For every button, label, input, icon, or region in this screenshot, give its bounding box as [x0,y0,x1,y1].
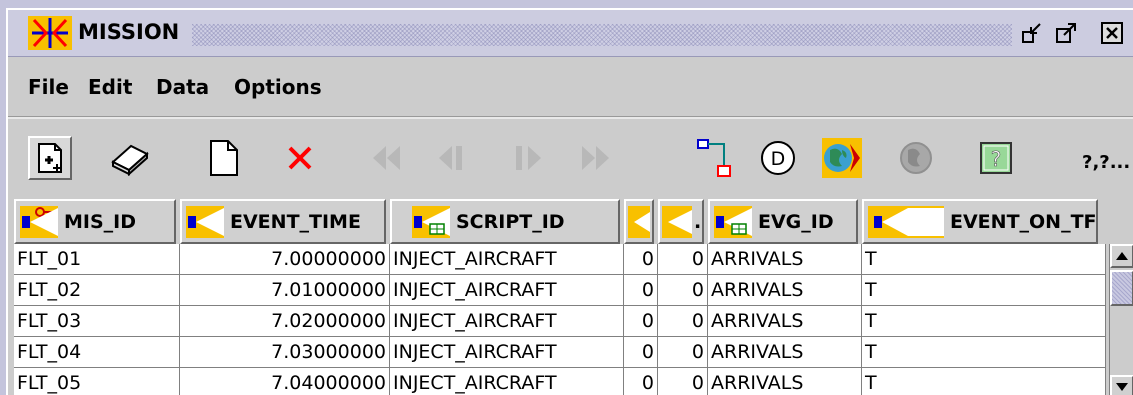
menu-data[interactable]: Data [156,75,209,99]
column-header-5[interactable]: . [658,199,704,244]
previous-record-icon[interactable] [432,136,476,180]
cell-event-time[interactable]: 7.02000000 [180,306,390,337]
new-record-icon[interactable] [28,136,72,180]
cell-script-id[interactable]: INJECT_AIRCRAFT [390,244,624,275]
cell-evg-id[interactable]: ARRIVALS [708,244,862,275]
column-header-event-on-tf[interactable]: EVENT_ON_TF [862,199,1098,244]
column-header-label: EVG_ID [758,210,834,233]
cell-col4[interactable]: 0 [624,337,658,368]
menu-divider [8,116,1133,119]
cell-col4[interactable]: 0 [624,306,658,337]
lookup-column-icon [412,205,450,238]
cell-evg-id[interactable]: ARRIVALS [708,275,862,306]
lookup-column-icon [714,205,752,238]
cell-mis-id[interactable]: FLT_03 [14,306,180,337]
menu-edit[interactable]: Edit [88,75,132,99]
cell-event-on-tf[interactable]: T [862,275,1106,306]
cell-col5[interactable]: 0 [658,337,708,368]
cell-script-id[interactable]: INJECT_AIRCRAFT [390,275,624,306]
toolbar: D ? ?,?... [8,128,1133,194]
column-header-label: EVENT_TIME [230,210,361,233]
column-icon [662,205,692,238]
help-icon[interactable]: ? [974,136,1018,180]
cell-event-time[interactable]: 7.03000000 [180,337,390,368]
column-header-label: EVENT_ON_TF [950,210,1097,233]
table-row[interactable]: FLT_01 7.00000000 INJECT_AIRCRAFT 0 0 AR… [14,244,1106,275]
column-icon [186,205,224,238]
cell-event-on-tf[interactable]: T [862,337,1106,368]
table-header: MIS_ID EVENT_TIME SCRIPT_ID . EVG_ID EVE… [14,199,1133,244]
window-title: MISSION [78,20,180,44]
cell-evg-id[interactable]: ARRIVALS [708,337,862,368]
cell-event-on-tf[interactable]: T [862,368,1106,395]
data-table: MIS_ID EVENT_TIME SCRIPT_ID . EVG_ID EVE… [14,199,1133,395]
cell-col5[interactable]: 0 [658,244,708,275]
maximize-icon[interactable] [1052,20,1080,46]
cell-mis-id[interactable]: FLT_05 [14,368,180,395]
cell-event-time[interactable]: 7.04000000 [180,368,390,395]
close-icon[interactable] [1098,20,1126,46]
cell-event-time[interactable]: 7.01000000 [180,275,390,306]
column-header-label: . [694,210,702,233]
key-column-icon [20,205,58,238]
vertical-scrollbar[interactable] [1109,244,1133,395]
first-record-icon[interactable] [366,136,410,180]
last-record-icon[interactable] [574,136,618,180]
column-header-label: SCRIPT_ID [456,210,565,233]
cell-script-id[interactable]: INJECT_AIRCRAFT [390,368,624,395]
column-header-event-time[interactable]: EVENT_TIME [180,199,386,244]
table-row[interactable]: FLT_02 7.01000000 INJECT_AIRCRAFT 0 0 AR… [14,275,1106,306]
globe-disabled-icon[interactable] [894,136,938,180]
cell-col4[interactable]: 0 [624,244,658,275]
mission-window: MISSION File Edit Data Options D ? ?,?..… [6,8,1133,395]
table-row[interactable]: FLT_04 7.03000000 INJECT_AIRCRAFT 0 0 AR… [14,337,1106,368]
column-header-script-id[interactable]: SCRIPT_ID [390,199,620,244]
eraser-icon[interactable] [108,136,152,180]
cell-evg-id[interactable]: ARRIVALS [708,306,862,337]
column-header-evg-id[interactable]: EVG_ID [708,199,858,244]
cell-event-time[interactable]: 7.00000000 [180,244,390,275]
cell-mis-id[interactable]: FLT_02 [14,275,180,306]
cell-col5[interactable]: 0 [658,368,708,395]
column-icon [628,205,650,238]
cell-col4[interactable]: 0 [624,368,658,395]
menu-bar: File Edit Data Options [8,75,608,105]
link-diagram-icon[interactable] [692,136,736,180]
scroll-up-icon[interactable] [1110,244,1133,268]
toolbar-overflow-label[interactable]: ?,?... [1082,152,1130,173]
cell-mis-id[interactable]: FLT_01 [14,244,180,275]
next-record-icon[interactable] [506,136,550,180]
cell-event-on-tf[interactable]: T [862,306,1106,337]
menu-file[interactable]: File [28,75,69,99]
cell-script-id[interactable]: INJECT_AIRCRAFT [390,337,624,368]
column-icon [868,205,944,238]
cell-mis-id[interactable]: FLT_04 [14,337,180,368]
d-circle-icon[interactable]: D [756,136,800,180]
column-header-mis-id[interactable]: MIS_ID [14,199,176,244]
svg-text:?: ? [991,147,1002,171]
cell-evg-id[interactable]: ARRIVALS [708,368,862,395]
app-logo-icon [28,16,72,50]
title-bar[interactable]: MISSION [8,10,1133,57]
cell-col5[interactable]: 0 [658,306,708,337]
svg-text:D: D [771,148,786,170]
globe-icon[interactable] [820,136,864,180]
cell-event-on-tf[interactable]: T [862,244,1106,275]
scroll-thumb[interactable] [1110,270,1133,306]
cell-col4[interactable]: 0 [624,275,658,306]
delete-x-icon[interactable] [278,136,322,180]
title-bar-fill [192,24,1012,46]
cell-script-id[interactable]: INJECT_AIRCRAFT [390,306,624,337]
blank-document-icon[interactable] [202,136,246,180]
table-body: FLT_01 7.00000000 INJECT_AIRCRAFT 0 0 AR… [14,244,1106,395]
table-row[interactable]: FLT_03 7.02000000 INJECT_AIRCRAFT 0 0 AR… [14,306,1106,337]
menu-options[interactable]: Options [234,75,322,99]
table-row[interactable]: FLT_05 7.04000000 INJECT_AIRCRAFT 0 0 AR… [14,368,1106,395]
cell-col5[interactable]: 0 [658,275,708,306]
restore-icon[interactable] [1018,20,1046,46]
column-header-4[interactable] [624,199,654,244]
scroll-down-icon[interactable] [1110,375,1133,395]
column-header-label: MIS_ID [64,210,137,233]
